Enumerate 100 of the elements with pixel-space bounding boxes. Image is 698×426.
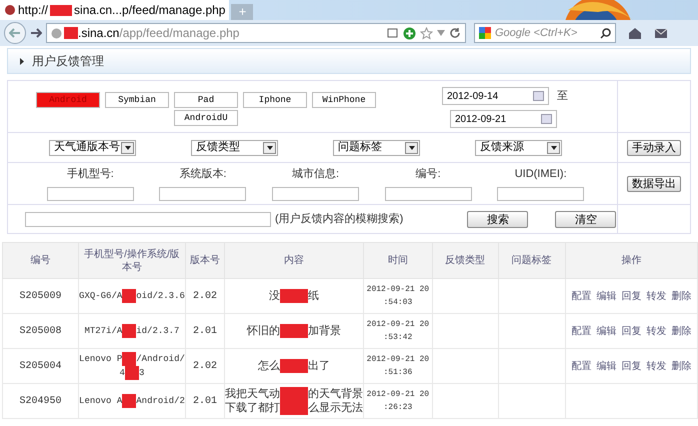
field-label: 系统版本:	[179, 166, 226, 182]
action-link[interactable]: 转发	[646, 360, 666, 372]
table-cell-text: 2012-09-21 20	[366, 389, 430, 401]
calendar-icon	[541, 114, 552, 124]
action-link[interactable]: 配置	[571, 324, 592, 338]
table-cell-text: 2012-09-21 20	[366, 354, 430, 366]
keyword-search-field[interactable]	[25, 212, 271, 226]
redaction-mark	[64, 27, 78, 39]
column-header: 反馈类型	[432, 242, 498, 278]
redaction-mark	[122, 324, 136, 338]
table-cell-text: 没	[269, 290, 280, 302]
redaction-mark	[280, 387, 308, 401]
table-cell-text: 纸	[308, 290, 320, 302]
action-link[interactable]: 编辑	[596, 360, 616, 372]
action-link[interactable]: 回复	[621, 324, 642, 338]
table-cell-text: oid/2.3.6	[136, 290, 185, 302]
envelope-icon[interactable]	[654, 26, 668, 40]
input-field[interactable]	[272, 186, 359, 201]
export-button[interactable]: 数据导出	[627, 176, 681, 192]
redaction-mark	[122, 352, 136, 366]
platform-button[interactable]: Symbian	[105, 92, 169, 108]
dropdown-select[interactable]: 反馈类型	[191, 140, 278, 156]
action-link[interactable]: 删除	[671, 290, 692, 302]
action-link[interactable]: 删除	[671, 360, 692, 372]
platform-button[interactable]: AndroidU	[174, 110, 238, 126]
input-field[interactable]	[497, 186, 584, 201]
input-field[interactable]	[159, 186, 246, 201]
dropdown-select[interactable]: 反馈来源	[475, 140, 562, 156]
star-icon[interactable]	[420, 26, 433, 40]
search-icon	[600, 28, 611, 38]
redaction-mark	[122, 394, 136, 408]
dropdown-select[interactable]: 天气通版本号	[49, 140, 136, 156]
platform-button[interactable]: WinPhone	[312, 92, 376, 108]
action-link[interactable]: 转发	[646, 290, 666, 302]
forward-arrow-icon[interactable]	[30, 28, 42, 38]
table-cell-text: 怎么	[258, 360, 280, 372]
table-cell-text: :51:36	[382, 367, 414, 379]
table-cell-text: :26:23	[382, 402, 414, 414]
calendar-icon	[533, 91, 544, 101]
tab-title: http://	[18, 2, 48, 19]
table-cell-text: 下载了都打	[225, 402, 280, 414]
action-link[interactable]: 回复	[621, 290, 642, 302]
table-cell: S204950	[20, 396, 62, 407]
input-field[interactable]	[46, 186, 134, 201]
dropdown-arrow-icon	[408, 146, 414, 150]
reload-icon[interactable]	[449, 27, 461, 39]
redaction-mark	[280, 289, 308, 303]
dropdown-select[interactable]: 问题标签	[333, 140, 420, 156]
redaction-mark	[122, 289, 136, 303]
platform-button[interactable]: Pad	[174, 92, 238, 108]
table-cell: 2.01	[192, 326, 217, 337]
action-link[interactable]: 配置	[571, 290, 592, 302]
date-field[interactable]: 2012-09-21	[450, 110, 557, 128]
table-cell-text: id/2.3.7	[136, 324, 180, 338]
column-header: 编号	[2, 242, 79, 278]
table-cell-text: 2012-09-21 20	[366, 284, 430, 296]
action-link[interactable]: 编辑	[596, 290, 616, 302]
redaction-mark	[50, 4, 72, 16]
search-field[interactable]: Google <Ctrl+K>	[474, 23, 616, 43]
platform-button[interactable]: Iphone	[243, 92, 307, 108]
action-link[interactable]: 删除	[671, 324, 692, 338]
table-cell: 2.02	[192, 361, 217, 372]
address-bar[interactable]: .sina.cn/app/feed/manage.php	[46, 23, 466, 43]
search-button[interactable]: 搜索	[467, 210, 528, 228]
field-label: UID(IMEI):	[514, 167, 567, 182]
column-header: 时间	[364, 242, 432, 278]
table-cell-text: /Android/	[136, 352, 185, 366]
search-placeholder: Google <Ctrl+K>	[495, 26, 578, 41]
table-cell: 2.01	[192, 396, 217, 407]
table-cell-text: GXQ-G6/A	[79, 290, 122, 302]
field-label: 城市信息:	[292, 166, 340, 182]
column-header: 问题标签	[498, 242, 566, 278]
browser-tab[interactable]: http:// sina.cn...p/feed/manage.php	[0, 0, 230, 20]
action-link[interactable]: 转发	[646, 324, 666, 338]
table-cell-text: 怀旧的	[247, 324, 280, 338]
home-icon[interactable]	[628, 26, 642, 40]
clear-button[interactable]: 清空	[555, 210, 616, 228]
table-cell-text: Lenovo P	[79, 352, 122, 366]
field-label: 编号:	[416, 167, 441, 182]
dropdown-arrow-icon	[124, 146, 130, 150]
action-link[interactable]: 配置	[571, 360, 592, 372]
redaction-mark	[280, 359, 308, 373]
column-header: 版本号	[185, 242, 225, 278]
dropdown-caret-icon[interactable]	[437, 30, 445, 36]
table-cell-text: 出了	[308, 360, 330, 372]
manual-entry-button[interactable]: 手动录入	[627, 140, 681, 156]
caret-icon	[20, 58, 24, 64]
table-cell-text: :53:42	[382, 332, 414, 344]
table-cell: S205008	[20, 326, 62, 337]
column-header: 操作	[565, 242, 698, 278]
table-cell-text: 我把天气动	[225, 388, 280, 400]
plus-circle-icon[interactable]	[403, 26, 416, 40]
date-field[interactable]: 2012-09-14	[442, 87, 549, 105]
action-link[interactable]: 回复	[621, 360, 642, 372]
tab-title: sina.cn...p/feed/manage.php	[74, 2, 226, 19]
url-host: .sina.cn	[78, 25, 120, 42]
action-link[interactable]: 编辑	[596, 324, 616, 338]
input-field[interactable]	[384, 186, 472, 201]
search-hint: (用户反馈内容的模糊搜索)	[275, 212, 404, 227]
table-cell-text: 2012-09-21 20	[366, 319, 430, 331]
